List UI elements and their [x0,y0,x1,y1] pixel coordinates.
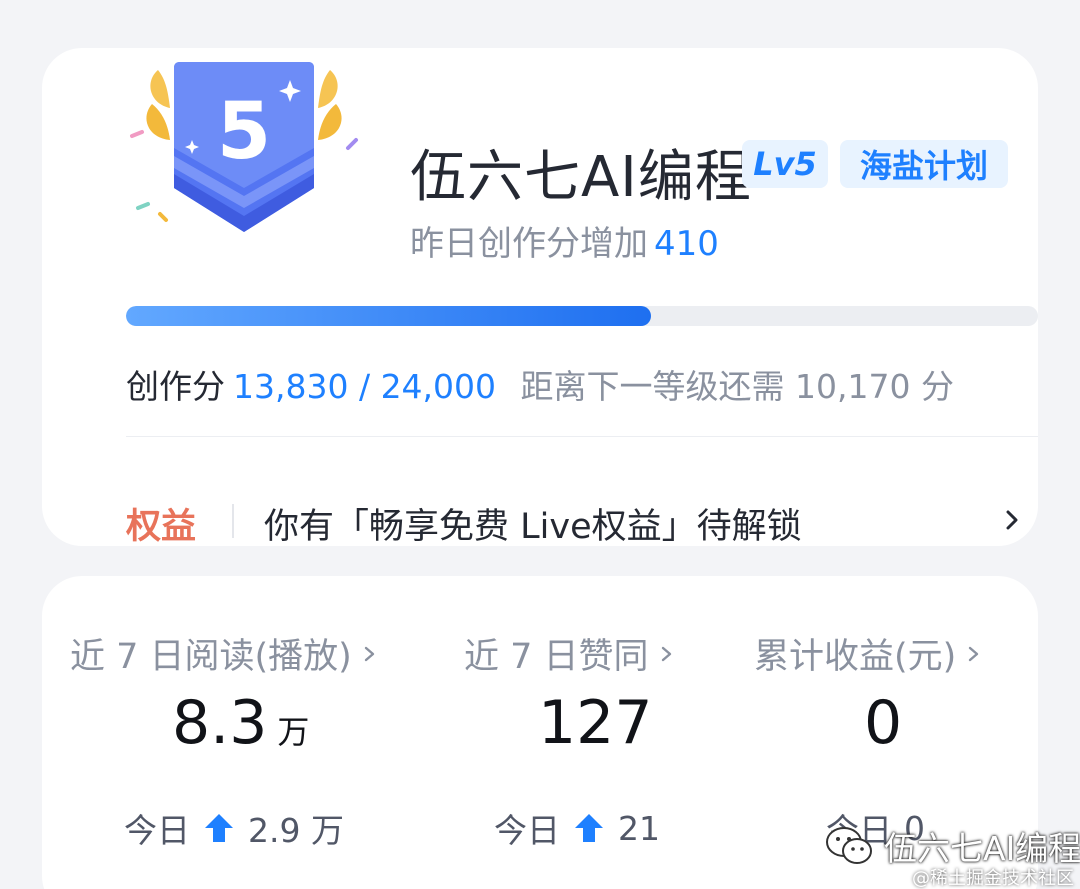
yesterday-score: 昨日创作分增加 410 [410,216,719,265]
stat-number: 0 [864,688,903,758]
stat-today: 今日 2.9 万 [124,804,344,852]
creator-level-card: 5 伍六七AI编程 Lv5 海盐计划 昨日创作分增加 410 创作分 13,830 … [42,48,1038,549]
stat-today: 今日 21 [494,804,660,852]
stat-number: 8.3 [172,688,268,758]
stat-value: 0 [864,688,902,758]
creator-page: 5 伍六七AI编程 Lv5 海盐计划 昨日创作分增加 410 创作分 13,830 … [0,0,1080,889]
stat-title[interactable]: 累计收益(元) [754,628,982,679]
stat-title-text: 近 7 日赞同 [464,637,649,677]
level-tag[interactable]: Lv5 [742,140,828,188]
divider [126,436,1038,437]
watermark: 伍六七AI编程 [824,822,1080,870]
watermark-account: 伍六七AI编程 [884,829,1080,868]
today-value: 2.9 万 [248,811,344,850]
today-label: 今日 [124,811,190,850]
wechat-icon [826,827,872,864]
rights-unlock-link[interactable]: 你有「畅享免费 Live权益」待解锁 [264,498,802,549]
stat-title-text: 近 7 日阅读(播放) [70,637,352,677]
chevron-right-icon [969,646,979,661]
creation-score: 创作分 13,830 / 24,000 [126,360,496,408]
next-level-remaining: 距离下一等级还需 10,170 分 [520,367,954,406]
watermark-source: @稀土掘金技术社区 [912,868,1074,889]
rights-label: 权益 [126,507,197,547]
yesterday-value: 410 [654,224,719,264]
stat-title-text: 累计收益(元) [754,637,957,677]
stat-value: 8.3 万 [172,688,309,758]
today-value: 21 [618,808,660,848]
arrow-up-icon [205,814,233,842]
user-name: 伍六七AI编程 [410,145,752,210]
chevron-right-icon[interactable] [998,506,1026,534]
level-badge-icon: 5 [130,62,358,232]
score-label: 创作分 [126,367,225,406]
today-label: 今日 [494,811,560,850]
stat-value: 127 [538,688,653,758]
stat-title[interactable]: 近 7 日阅读(播放) [70,628,378,679]
rights-separator [232,504,234,538]
chevron-right-icon [364,646,375,661]
score-values: 13,830 / 24,000 [233,367,497,406]
stat-number: 127 [538,688,653,758]
arrow-up-icon [575,814,603,842]
yesterday-label: 昨日创作分增加 [410,224,648,264]
level-progress-bar [126,306,1038,326]
level-progress-fill [126,306,652,326]
plan-tag[interactable]: 海盐计划 [840,140,1008,188]
badge-level-number: 5 [217,87,271,177]
stat-title[interactable]: 近 7 日赞同 [464,628,675,679]
stat-unit: 万 [277,713,310,751]
chevron-right-icon [661,646,671,661]
